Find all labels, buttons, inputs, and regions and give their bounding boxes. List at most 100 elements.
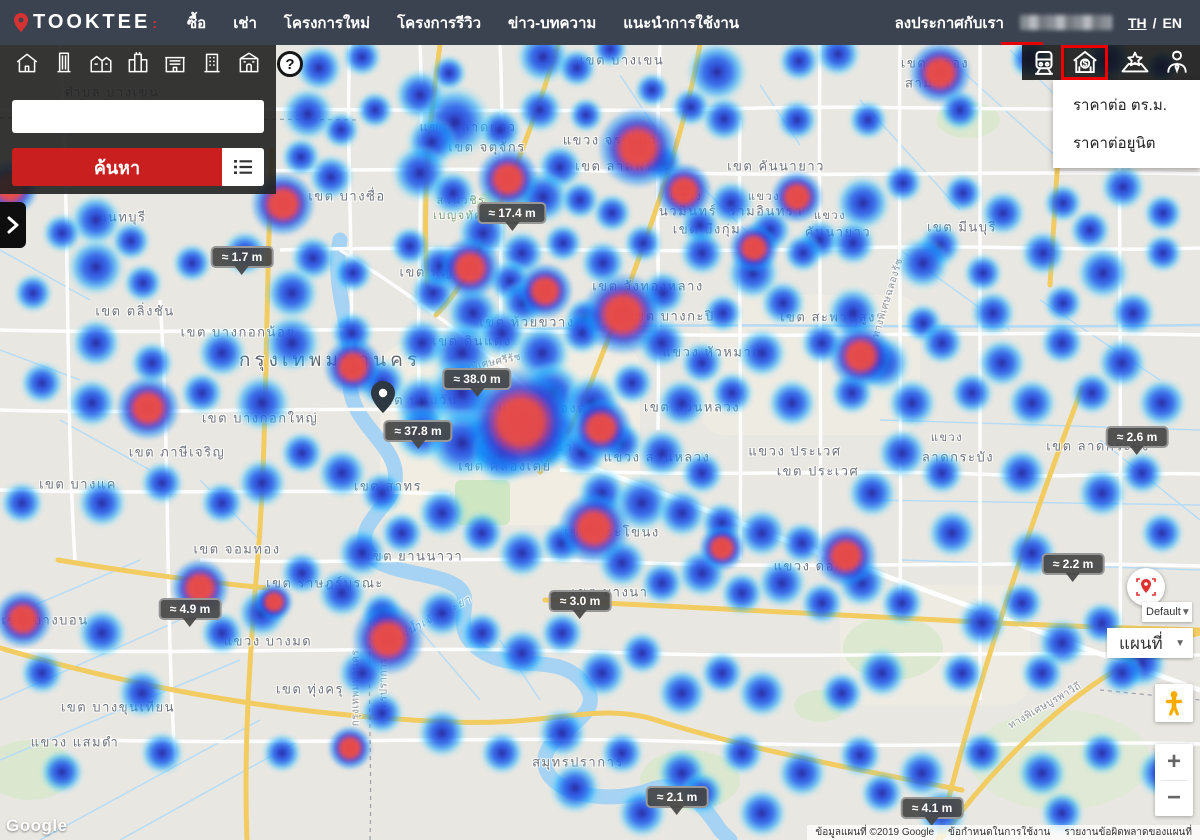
brand-text: TOOKTEE [33, 11, 150, 34]
map-label: แขวง บางมด [224, 631, 312, 652]
google-logo: Google [6, 816, 68, 836]
map-label: เขต บางกอกน้อย [181, 322, 296, 343]
help-label: ? [285, 56, 294, 73]
map-label: เขต บางแค [39, 474, 117, 495]
nav-item[interactable]: โครงการรีวิว [397, 11, 481, 35]
map-label: เขต ห้วยขวาง [479, 312, 574, 333]
nav-item[interactable]: โครงการใหม่ [284, 11, 370, 35]
svg-text:$: $ [1083, 59, 1088, 69]
brand-pin-icon [14, 13, 28, 32]
nav-menu: ซื้อ เช่า โครงการใหม่ โครงการรีวิว ข่าว-บทคว… [187, 11, 739, 35]
post-ad-link[interactable]: ลงประกาศกับเรา [895, 11, 1004, 35]
map-label: เขต บึงกุ่ม [673, 219, 741, 240]
top-nav: TOOKTEE : ซื้อ เช่า โครงการใหม่ โครงการรีวิ… [0, 0, 1200, 45]
brand-logo[interactable]: TOOKTEE : [14, 11, 157, 34]
toolbar-favorite-map-icon[interactable] [1120, 47, 1150, 77]
map-label: แขวง ดอกไม้ [774, 556, 863, 577]
nearby-places-button[interactable] [1127, 568, 1165, 606]
map-type-label: แผนที่ [1119, 630, 1163, 657]
nav-item[interactable]: เช่า [233, 11, 257, 35]
map-label: กรุงเทพมหานคร [349, 650, 364, 727]
filter-home-icon[interactable] [14, 50, 40, 76]
map-label: เขต คลองเตย [458, 456, 551, 477]
zoom-out-button[interactable]: − [1155, 781, 1193, 817]
search-row: ค้นหา [12, 148, 264, 186]
username-blurred[interactable] [1020, 15, 1112, 30]
filter-office-icon[interactable] [125, 50, 151, 76]
map-label: เขต มีนบุรี [927, 217, 997, 238]
map-label: เขต จอมทอง [193, 539, 280, 560]
price-marker[interactable]: ≈ 37.8 m [383, 420, 452, 442]
map-label: กรุงเทพมหานคร [239, 345, 421, 375]
list-icon [233, 158, 253, 176]
map-label: คันนายาว [805, 222, 872, 243]
map-data-text: ข้อมูลแผนที่ ©2019 Google [815, 825, 934, 840]
toolbar-transit-icon[interactable] [1029, 47, 1059, 77]
language-switch: TH / EN [1128, 15, 1182, 31]
map-toolbar: $ [1022, 45, 1200, 80]
map-type-dropdown[interactable]: แผนที่ ▼ [1107, 628, 1193, 658]
map-label: เขต ภาษีเจริญ [129, 442, 225, 463]
price-marker[interactable]: ≈ 2.6 m [1106, 426, 1169, 448]
report-error-link[interactable]: รายงานข้อผิดพลาดของแผนที่ [1064, 825, 1192, 840]
search-button[interactable]: ค้นหา [12, 148, 222, 186]
default-dropdown[interactable]: Default ▼ [1142, 602, 1192, 622]
map-label: เขต คันนายาว [727, 156, 825, 177]
map-label: เขต บางกอกใหญ่ [202, 408, 318, 429]
zoom-in-button[interactable]: + [1155, 744, 1193, 780]
toolbar-price-home-icon[interactable]: $ [1070, 47, 1100, 77]
nav-item[interactable]: ซื้อ [187, 11, 206, 35]
price-mode-option[interactable]: ราคาต่อ ตร.ม. [1073, 93, 1200, 117]
filter-apartment-icon[interactable] [199, 50, 225, 76]
pegman-button[interactable] [1155, 684, 1193, 722]
caret-down-icon: ▼ [1181, 607, 1191, 618]
filter-home-office-icon[interactable] [236, 50, 262, 76]
map-label: เขต พระโขนง [564, 522, 660, 543]
price-marker[interactable]: ≈ 17.4 m [477, 202, 546, 224]
map-label: เขต วัฒนา [501, 437, 574, 458]
nav-item[interactable]: ข่าว-บทความ [508, 11, 596, 35]
map-label: เขต ลาดพร้าว [575, 156, 671, 177]
terms-link[interactable]: ข้อกำหนดในการใช้งาน [948, 825, 1050, 840]
map-label: เขต บางขุนเทียน [61, 697, 175, 718]
map-label: เขต บางเขน [580, 50, 665, 71]
filter-condo-icon[interactable] [51, 50, 77, 76]
default-label: Default [1146, 606, 1181, 618]
app-root: ตำบล บางเขนเขต บางเขนเขต คลองสามวาแขวง ล… [0, 0, 1200, 840]
price-marker[interactable]: ≈ 4.1 m [901, 797, 964, 819]
map-label: เขต สะพานสูง [780, 307, 876, 328]
map-label: เขต วังทองหลาง [592, 276, 703, 297]
map-label: เขต สวนหลวง [644, 397, 740, 418]
price-marker[interactable]: ≈ 3.0 m [549, 590, 612, 612]
panel-collapse-toggle[interactable] [0, 202, 26, 248]
map-label: แขวง ลาดยาว [420, 117, 517, 138]
price-marker[interactable]: ≈ 38.0 m [442, 368, 511, 390]
map-label: เขต คลอง [901, 53, 969, 74]
caret-down-icon: ▼ [1175, 638, 1185, 649]
price-mode-option[interactable]: ราคาต่อยูนิต [1073, 131, 1200, 155]
nearby-pin-icon [1134, 575, 1158, 599]
map-label: เขต ยานนาวา [367, 546, 463, 567]
help-button[interactable]: ? [277, 51, 303, 77]
filter-townhouse-icon[interactable] [88, 50, 114, 76]
map-label: สมุทรปราการ [377, 658, 392, 722]
filter-commercial-icon[interactable] [162, 50, 188, 76]
pegman-icon [1163, 690, 1185, 716]
map-label: เขต ตลิ่งชัน [95, 301, 174, 322]
property-type-filters [0, 45, 276, 76]
map-label: แขวง สวนหลวง [604, 447, 711, 468]
map-label: เขต จตุจักร [448, 137, 525, 158]
toolbar-agent-icon[interactable] [1162, 47, 1192, 77]
search-input[interactable] [12, 100, 264, 133]
price-marker[interactable]: ≈ 2.2 m [1042, 553, 1105, 575]
lang-th[interactable]: TH [1128, 15, 1147, 31]
map-label: เขต ราษฎร์บูรณะ [266, 573, 384, 594]
list-view-button[interactable] [222, 148, 264, 186]
nav-item[interactable]: แนะนำการใช้งาน [623, 11, 739, 35]
lang-en[interactable]: EN [1163, 15, 1182, 31]
price-marker[interactable]: ≈ 4.9 m [159, 598, 222, 620]
price-marker[interactable]: ≈ 2.1 m [646, 786, 709, 808]
location-pin-icon[interactable] [371, 381, 395, 413]
chevron-right-icon [6, 216, 20, 234]
price-marker[interactable]: ≈ 1.7 m [211, 246, 274, 268]
